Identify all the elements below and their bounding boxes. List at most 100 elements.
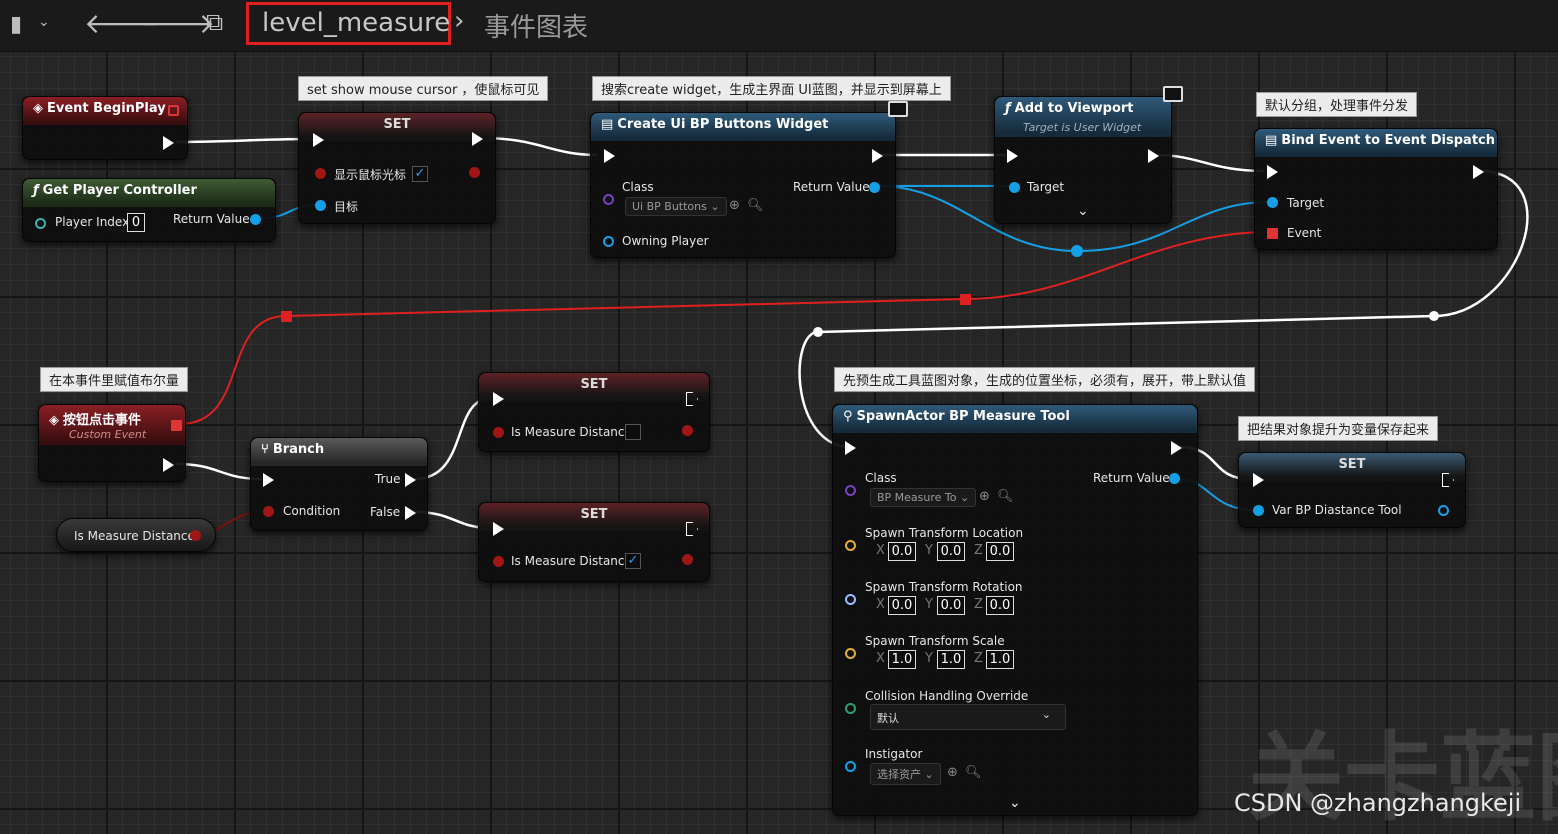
node-spawn-actor[interactable]: ⚲ SpawnActor BP Measure Tool Class BP Mea… [832,404,1198,816]
exec-out-pin[interactable] [872,149,883,163]
scale-pin[interactable] [845,648,856,659]
expand-chevron-icon[interactable]: ⌄ [1009,795,1021,811]
bool-pin[interactable] [493,556,504,567]
show-cursor-checkbox[interactable]: ✓ [412,166,428,182]
bool-out-pin[interactable] [682,554,693,565]
comment-create-widget[interactable]: 搜索create widget，生成主界面 UI蓝图，并显示到屏幕上 [592,76,951,101]
rotation-z-field[interactable]: 0.0 [986,596,1014,615]
scale-x-field[interactable]: 1.0 [888,650,916,669]
rotation-pin[interactable] [845,594,856,605]
exec-out-pin[interactable] [1171,441,1182,455]
location-x-field[interactable]: 0.0 [888,542,916,561]
forward-arrow-icon[interactable]: 🡒 [140,6,215,40]
exec-out-pin[interactable] [1148,149,1159,163]
exec-out-pin[interactable] [1473,165,1484,179]
class-dropdown[interactable]: Ui BP Buttons ⌄ [625,197,727,216]
class-pin[interactable] [845,485,856,496]
node-set-tool-variable[interactable]: SET Var BP Diastance Tool [1238,452,1466,528]
bool-out-pin[interactable] [190,530,201,541]
node-set-is-measure-true[interactable]: SET Is Measure Distance ✓ [478,502,710,582]
reroute-node[interactable] [960,294,971,305]
class-pin[interactable] [603,194,614,205]
event-pin[interactable] [1267,228,1278,239]
search-icon[interactable]: 🔍︎ [747,198,764,213]
exec-in-pin[interactable] [1007,149,1018,163]
exec-out-pin[interactable] [163,136,174,150]
rotation-x-field[interactable]: 0.0 [888,596,916,615]
node-event-begin-play[interactable]: ◈ Event BeginPlay [22,96,188,160]
target-pin[interactable] [1009,182,1020,193]
return-value-pin[interactable] [250,214,261,225]
false-exec-pin[interactable] [405,506,416,520]
node-get-player-controller[interactable]: ƒ Get Player Controller Player Index 0 Re… [22,178,276,242]
exec-in-pin[interactable] [313,133,324,147]
reroute-node[interactable] [281,311,292,322]
browse-icon[interactable]: ⊕ [947,765,958,780]
search-icon[interactable]: 🔍︎ [965,765,982,780]
rotation-y-field[interactable]: 0.0 [937,596,965,615]
breadcrumb-graph-type[interactable]: 事件图表 [484,7,588,44]
tool-pin[interactable] [1253,505,1264,516]
exec-in-pin[interactable] [1267,165,1278,179]
bool-pin[interactable] [493,427,504,438]
exec-in-pin[interactable] [493,522,504,536]
exec-in-pin[interactable] [263,473,274,487]
bool-out-pin[interactable] [469,167,480,178]
location-pin[interactable] [845,540,856,551]
player-index-field[interactable]: 0 [127,213,145,232]
collision-pin[interactable] [845,703,856,714]
node-create-widget[interactable]: ▤ Create Ui BP Buttons Widget Class Ui BP… [590,112,896,258]
scale-y-field[interactable]: 1.0 [937,650,965,669]
exec-in-pin[interactable] [493,392,504,406]
comment-event-dispatch[interactable]: 默认分组，处理事件分发 [1256,92,1418,117]
location-z-field[interactable]: 0.0 [986,542,1014,561]
node-bind-event[interactable]: ▤ Bind Event to Event Dispatch Target Eve… [1254,128,1498,250]
comment-show-cursor[interactable]: set show mouse cursor ，使鼠标可见 [298,76,549,101]
true-exec-pin[interactable] [405,473,416,487]
return-value-pin[interactable] [1169,473,1180,484]
target-pin[interactable] [315,200,326,211]
chevron-down-icon[interactable]: ⌄ [38,14,50,30]
reroute-node[interactable] [1429,311,1439,321]
condition-pin[interactable] [263,506,274,517]
bookmark-icon[interactable]: ▮ [10,12,22,37]
exec-in-pin[interactable] [1253,473,1264,487]
reroute-node[interactable] [1071,245,1083,257]
delegate-out-pin[interactable] [171,420,182,431]
search-icon[interactable]: 🔍︎ [997,489,1014,504]
node-custom-event[interactable]: ◈ 按钮点击事件 Custom Event [38,404,186,482]
exec-out-pin[interactable] [163,458,174,472]
expand-chevron-icon[interactable]: ⌄ [1077,203,1089,219]
tool-out-pin[interactable] [1438,505,1449,516]
exec-out-pin[interactable] [472,132,483,146]
node-set-show-cursor[interactable]: SET 显示鼠标光标 ✓ 目标 [298,112,496,224]
reroute-node[interactable] [813,327,823,337]
player-index-pin[interactable] [35,218,46,229]
comment-spawn-tool[interactable]: 先预生成工具蓝图对象，生成的位置坐标，必须有，展开，带上默认值 [834,367,1256,392]
exec-in-pin[interactable] [604,149,615,163]
node-get-is-measure-distance[interactable]: Is Measure Distance [56,518,216,552]
location-y-field[interactable]: 0.0 [937,542,965,561]
node-branch[interactable]: ⑂ Branch True Condition False [250,437,428,531]
is-measure-checkbox[interactable] [625,424,641,440]
comment-promote-variable[interactable]: 把结果对象提升为变量保存起来 [1238,416,1439,441]
bool-out-pin[interactable] [682,425,693,436]
node-add-to-viewport[interactable]: ƒ Add to Viewport Target is User Widget T… [994,96,1172,224]
browse-icon[interactable]: ⊕ [729,198,740,213]
node-set-is-measure-false[interactable]: SET Is Measure Distance [478,372,710,452]
owning-player-pin[interactable] [603,236,614,247]
target-pin[interactable] [1267,197,1278,208]
scale-z-field[interactable]: 1.0 [986,650,1014,669]
instigator-dropdown[interactable]: 选择资产 ⌄ [870,763,941,785]
breadcrumb-graph-name[interactable]: level_measure [262,8,450,38]
bool-pin[interactable] [315,168,326,179]
comment-assign-bool[interactable]: 在本事件里赋值布尔量 [40,367,189,392]
return-value-pin[interactable] [869,182,880,193]
delegate-pin[interactable] [168,105,179,116]
collision-dropdown[interactable]: 默认 ⌄ [870,704,1066,730]
class-dropdown[interactable]: BP Measure To ⌄ [870,488,977,507]
exec-in-pin[interactable] [845,441,856,455]
instigator-pin[interactable] [845,761,856,772]
is-measure-checkbox[interactable]: ✓ [625,553,641,569]
browse-icon[interactable]: ⊕ [979,489,990,504]
